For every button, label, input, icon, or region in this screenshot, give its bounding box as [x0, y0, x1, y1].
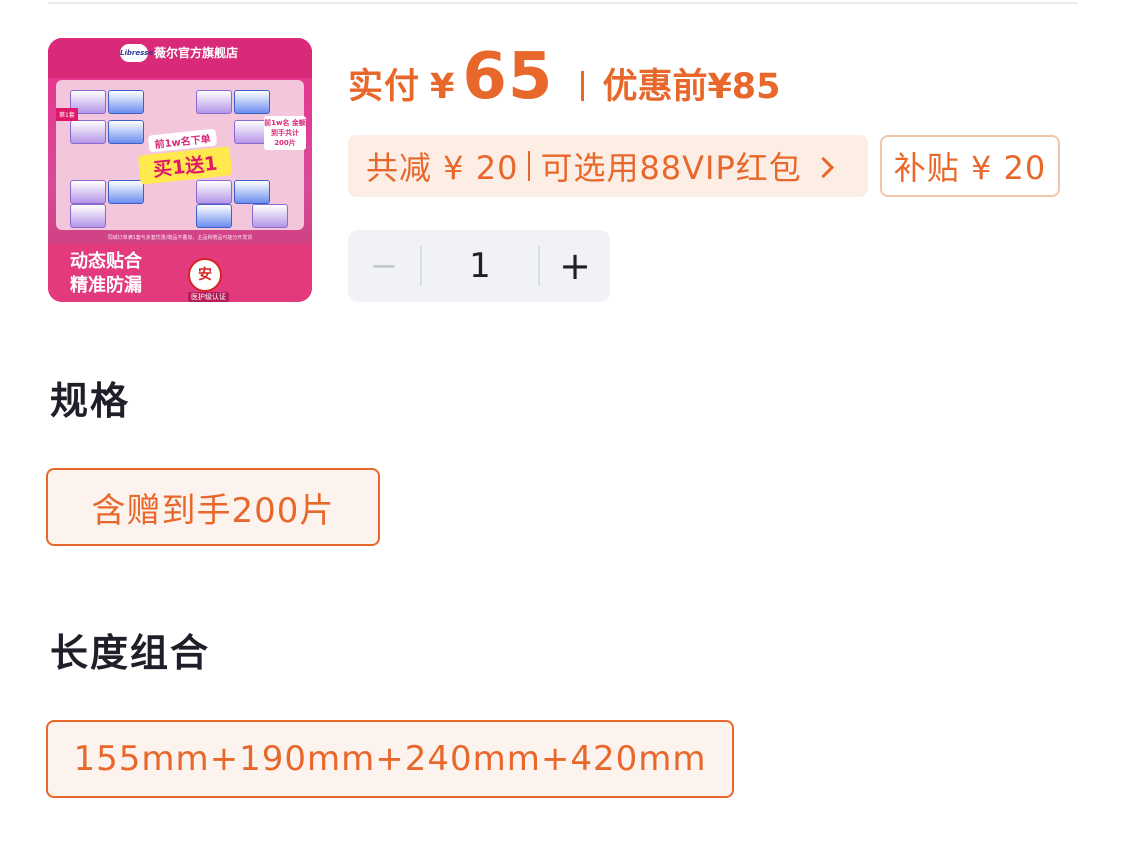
original-price-label: 优惠前: [602, 67, 708, 107]
paid-currency: ¥: [430, 67, 455, 107]
brand-logo: Libresse: [120, 44, 153, 62]
pack-image: [196, 180, 232, 204]
pack-image: [70, 180, 106, 204]
thumbnail-slogan: 动态贴合 精准防漏: [70, 250, 142, 298]
vip-coupon-text: 可选用88VIP红包: [540, 149, 802, 187]
length-option-selected[interactable]: 155mm+190mm+240mm+420mm: [46, 720, 734, 798]
price-row: 实付 ¥ 65 优惠前 ¥85: [348, 40, 781, 120]
original-price: ¥85: [707, 67, 781, 107]
quantity-value[interactable]: 1: [422, 230, 538, 302]
discount-divider: [528, 151, 531, 181]
subsidy-badge: 补贴 ¥ 20: [880, 135, 1060, 197]
thumbnail-fine-print: 同城订单满1套与多套优惠/赠品不叠加，主品和赠品可能分开发货: [107, 235, 253, 241]
certification-label: 医护级认证: [188, 292, 229, 302]
thumbnail-set-tag: 第1套: [56, 108, 78, 121]
length-section-title: 长度组合: [50, 631, 211, 675]
pack-image: [252, 204, 288, 228]
sku-selector-panel: Libresse 薇尔官方旗舰店 第1套 前1w名 金额到手共计 200片 前1…: [0, 0, 1125, 845]
paid-label: 实付: [348, 67, 421, 107]
paid-price: 65: [462, 40, 554, 114]
slogan-line-1: 动态贴合: [70, 251, 142, 272]
pack-image: [108, 180, 144, 204]
decrease-button[interactable]: −: [348, 230, 420, 302]
price-divider: [581, 71, 585, 101]
spec-option-selected[interactable]: 含赠到手200片: [46, 468, 380, 546]
increase-button[interactable]: +: [540, 230, 610, 302]
thumbnail-count-tag: 前1w名 金额到手共计 200片: [264, 116, 306, 150]
pack-image: [234, 90, 270, 114]
product-thumbnail[interactable]: Libresse 薇尔官方旗舰店 第1套 前1w名 金额到手共计 200片 前1…: [48, 38, 312, 302]
total-discount: 共减 ¥ 20: [366, 149, 519, 187]
thumbnail-offer: 前1w名下单 买1送1: [136, 125, 233, 185]
pack-image: [70, 120, 106, 144]
thumbnail-store-name: 薇尔官方旗舰店: [154, 46, 239, 60]
pack-image: [196, 90, 232, 114]
pack-image: [234, 180, 270, 204]
discount-detail-button[interactable]: 共减 ¥ 20 可选用88VIP红包: [348, 135, 868, 197]
slogan-line-2: 精准防漏: [70, 275, 142, 296]
pack-image: [196, 204, 232, 228]
top-divider: [48, 2, 1078, 4]
spec-section-title: 规格: [50, 379, 131, 423]
pack-image: [70, 204, 106, 228]
certification-seal-icon: 安: [188, 258, 222, 292]
pack-image: [108, 90, 144, 114]
quantity-stepper: − 1 +: [348, 230, 610, 302]
chevron-right-icon: [812, 156, 834, 178]
